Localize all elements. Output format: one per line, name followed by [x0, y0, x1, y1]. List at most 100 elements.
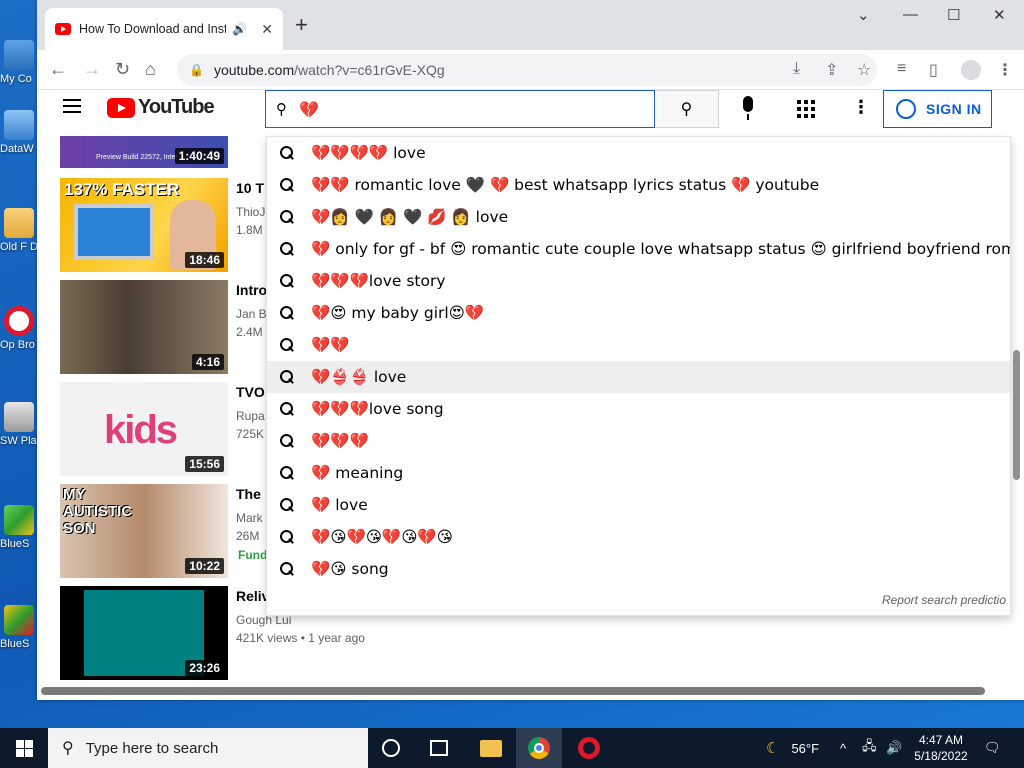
address-bar[interactable]: 🔒 youtube.com/watch?v=c61rGvE-XQg	[177, 54, 877, 86]
suggestion-item[interactable]: 💔😘💔😘💔😘💔😘	[267, 521, 1010, 553]
media-control-icon[interactable]: ≡	[897, 60, 906, 78]
video-channel[interactable]: Mark	[236, 511, 263, 525]
video-title[interactable]: The	[236, 486, 261, 502]
youtube-logo[interactable]: YouTube	[107, 96, 215, 119]
video-thumbnail[interactable]: kids 15:56	[60, 382, 228, 476]
video-title[interactable]: Intro	[236, 282, 267, 298]
video-duration: 10:22	[185, 558, 224, 574]
share-icon[interactable]: ⇪	[825, 60, 838, 80]
suggestion-item[interactable]: 💔👩 🖤 👩 🖤 💋 👩 love	[267, 201, 1010, 233]
video-title[interactable]: 10 T	[236, 180, 264, 196]
search-icon	[279, 241, 295, 257]
video-channel[interactable]: Rupa	[236, 409, 265, 423]
search-button[interactable]: ⚲	[655, 90, 719, 128]
browser-menu-icon[interactable]: ⋮	[997, 60, 1013, 80]
hamburger-menu-icon[interactable]	[63, 99, 81, 113]
volume-icon[interactable]: 🔊	[886, 728, 902, 768]
video-item[interactable]: MY AUTISTIC SON 10:22 The Mark 26M Fund	[60, 484, 290, 578]
clock[interactable]: 4:47 AM 5/18/2022	[910, 732, 972, 764]
video-thumbnail[interactable]: 4:16	[60, 280, 228, 374]
cortana-icon[interactable]	[382, 739, 400, 757]
video-item[interactable]: 23:26 Reliv Gough Lui 421K views • 1 yea…	[60, 586, 365, 680]
suggestion-item[interactable]: 💔😘 song	[267, 553, 1010, 585]
suggestion-item[interactable]: 💔💔 romantic love 🖤 💔 best whatsapp lyric…	[267, 169, 1010, 201]
video-thumbnail[interactable]: Preview Build 22572, Inter 1:40:49	[60, 136, 228, 168]
bookmark-star-icon[interactable]: ☆	[857, 60, 871, 80]
suggestion-item[interactable]: 💔 love	[267, 489, 1010, 521]
desktop-icon-sw-player[interactable]: SW Pla	[0, 402, 38, 448]
suggestion-text: 💔👩 🖤 👩 🖤 💋 👩 love	[311, 208, 509, 226]
video-duration: 1:40:49	[174, 148, 224, 164]
video-views: 1.8M	[236, 223, 263, 237]
suggestion-item[interactable]: 💔💔💔	[267, 425, 1010, 457]
search-icon	[279, 337, 295, 353]
speaker-icon[interactable]: 🔊	[232, 22, 247, 36]
video-channel[interactable]: ThioJ	[236, 205, 265, 219]
taskbar-search-box[interactable]: ⚲ Type here to search	[48, 728, 368, 768]
task-view-icon[interactable]	[430, 740, 448, 756]
new-tab-button[interactable]: +	[295, 12, 308, 38]
suggestion-item[interactable]: 💔 meaning	[267, 457, 1010, 489]
folder-icon	[4, 208, 34, 238]
suggestion-item[interactable]: 💔😍 my baby girl😍💔	[267, 297, 1010, 329]
maximize-button[interactable]: ☐	[947, 6, 960, 24]
desktop-icon-bluestacks-2[interactable]: BlueS	[0, 605, 38, 651]
profile-avatar[interactable]	[961, 60, 981, 80]
tray-chevron-icon[interactable]: ^	[840, 728, 846, 768]
suggestion-item-highlighted[interactable]: 💔👙👙 love	[267, 361, 1010, 393]
opera-taskbar-icon[interactable]	[578, 737, 600, 759]
video-item[interactable]: 137% FASTER 18:46 10 T ThioJ 1.8M	[60, 178, 290, 272]
suggestion-item[interactable]: 💔💔💔love story	[267, 265, 1010, 297]
settings-menu-icon[interactable]: ⋮	[852, 97, 870, 118]
weather-widget[interactable]: ☾ 56°F	[766, 728, 819, 768]
sign-in-button[interactable]: SIGN IN	[883, 90, 992, 128]
lock-icon[interactable]: 🔒	[189, 63, 204, 77]
suggestion-item[interactable]: 💔 only for gf - bf 😍 romantic cute coupl…	[267, 233, 1010, 265]
horizontal-scrollbar-thumb[interactable]	[41, 687, 985, 695]
desktop-icon-bluestacks[interactable]: BlueS	[0, 505, 38, 551]
taskbar: ⚲ Type here to search ☾ 56°F ^ 🖧 🔊 4:47 …	[0, 728, 1024, 768]
video-channel[interactable]: Jan B	[236, 307, 267, 321]
apps-grid-icon[interactable]	[797, 100, 815, 118]
home-button[interactable]: ⌂	[145, 59, 156, 80]
video-duration: 4:16	[191, 354, 224, 370]
windows-start-icon[interactable]	[16, 740, 33, 757]
video-item[interactable]: Preview Build 22572, Inter 1:40:49	[60, 136, 290, 168]
search-input[interactable]	[299, 99, 629, 119]
install-app-icon[interactable]: ⤓	[793, 60, 800, 78]
tab-close-icon[interactable]: ✕	[261, 21, 273, 38]
video-thumbnail[interactable]: 137% FASTER 18:46	[60, 178, 228, 272]
back-button[interactable]: ←	[49, 59, 67, 80]
video-item[interactable]: 4:16 Intro Jan B 2.4M	[60, 280, 290, 374]
video-item[interactable]: kids 15:56 TVO Rupa 725K	[60, 382, 290, 476]
search-box[interactable]: ⚲	[265, 90, 655, 128]
desktop-icon-old-folder[interactable]: Old F D	[0, 208, 38, 254]
notifications-icon[interactable]: 🗨	[984, 728, 1001, 768]
tab-search-chevron-icon[interactable]: ⌄	[857, 6, 870, 24]
desktop-icon-my-computer[interactable]: My Co	[0, 40, 38, 86]
video-thumbnail[interactable]: 23:26	[60, 586, 228, 680]
suggestion-item[interactable]: 💔💔💔💔 love	[267, 137, 1010, 169]
browser-tab-active[interactable]: How To Download and Insta 🔊 ✕	[45, 8, 283, 50]
voice-search-button[interactable]	[737, 96, 759, 122]
video-title[interactable]: TVO	[236, 384, 265, 400]
suggestion-item[interactable]: 💔💔	[267, 329, 1010, 361]
reload-button[interactable]: ↻	[115, 59, 130, 80]
video-title[interactable]: Reliv	[236, 588, 269, 604]
desktop-icon-opera[interactable]: Op Bro	[0, 306, 38, 352]
search-icon: ⚲	[62, 740, 74, 757]
file-explorer-icon[interactable]	[480, 740, 502, 757]
minimize-button[interactable]: —	[903, 6, 918, 23]
suggestion-item[interactable]: 💔💔💔love song	[267, 393, 1010, 425]
side-panel-icon[interactable]: ▯	[929, 60, 938, 80]
close-window-button[interactable]: ✕	[993, 6, 1006, 24]
suggestion-text: 💔💔💔💔 love	[311, 144, 426, 162]
video-thumbnail[interactable]: MY AUTISTIC SON 10:22	[60, 484, 228, 578]
vertical-scrollbar-thumb[interactable]	[1013, 350, 1020, 480]
taskbar-search-placeholder: Type here to search	[85, 739, 219, 757]
report-predictions-link[interactable]: Report search predictio	[882, 593, 1006, 607]
desktop-icon-dataw[interactable]: DataW	[0, 110, 38, 156]
forward-button[interactable]: →	[83, 59, 101, 80]
search-icon: ⚲	[276, 101, 287, 118]
network-icon[interactable]: 🖧	[862, 728, 877, 768]
